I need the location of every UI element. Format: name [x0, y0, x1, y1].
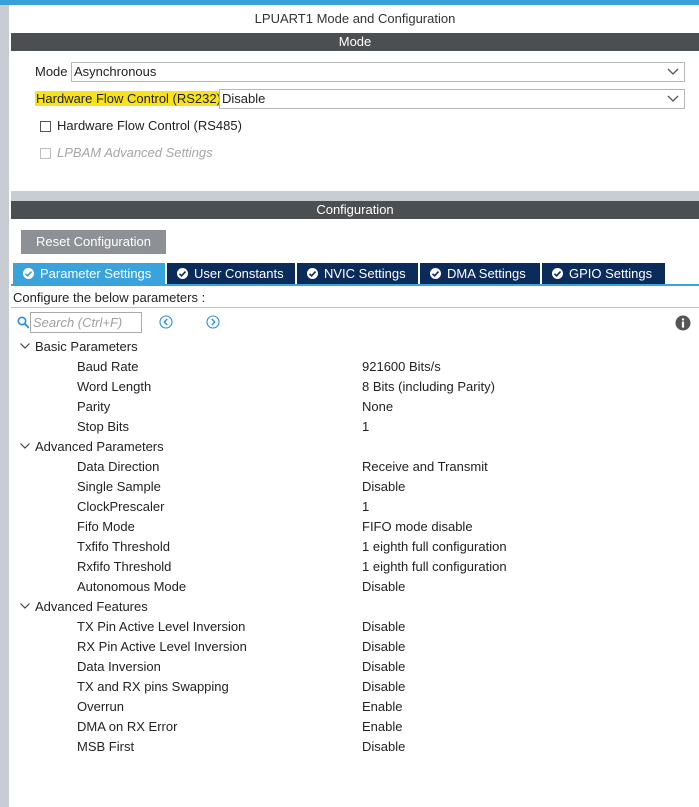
- configure-hint: Configure the below parameters :: [13, 290, 206, 305]
- param-value[interactable]: Receive and Transmit: [362, 457, 488, 477]
- top-accent-bar: [0, 0, 699, 5]
- tab-dma-settings[interactable]: DMA Settings: [420, 263, 540, 284]
- splitter-edge: [9, 5, 11, 807]
- tab-label: User Constants: [194, 266, 284, 281]
- reset-configuration-button[interactable]: Reset Configuration: [21, 230, 166, 254]
- param-name: Autonomous Mode: [77, 579, 187, 594]
- param-name: MSB First: [77, 739, 135, 754]
- configuration-section-header: Configuration: [11, 201, 699, 219]
- param-value[interactable]: 1 eighth full configuration: [362, 537, 507, 557]
- param-value[interactable]: Disable: [362, 637, 405, 657]
- param-value[interactable]: Disable: [362, 737, 405, 757]
- check-circle-icon: [177, 268, 188, 279]
- param-value[interactable]: Disable: [362, 677, 405, 697]
- group-advanced-parameters[interactable]: Advanced Parameters: [19, 437, 164, 457]
- mode-select[interactable]: Asynchronous: [71, 62, 685, 82]
- tab-label: GPIO Settings: [569, 266, 653, 281]
- param-name: TX and RX pins Swapping: [77, 679, 229, 694]
- group-label: Advanced Features: [35, 599, 148, 614]
- param-name: Data Inversion: [77, 659, 161, 674]
- tab-parameter-settings[interactable]: Parameter Settings: [13, 263, 165, 284]
- lpbam-label: LPBAM Advanced Settings: [57, 145, 213, 160]
- param-value[interactable]: Disable: [362, 477, 405, 497]
- param-name: TX Pin Active Level Inversion: [77, 619, 246, 634]
- param-value[interactable]: Disable: [362, 617, 405, 637]
- param-name: Overrun: [77, 699, 124, 714]
- param-value[interactable]: 1: [362, 497, 369, 517]
- section-divider: [11, 191, 699, 201]
- param-value[interactable]: 921600 Bits/s: [362, 357, 441, 377]
- tab-underline: [11, 284, 699, 286]
- check-circle-icon: [430, 268, 441, 279]
- rs485-checkbox[interactable]: [40, 121, 51, 132]
- mode-select-value: Asynchronous: [74, 64, 157, 79]
- param-value[interactable]: Enable: [362, 717, 402, 737]
- flow-control-select[interactable]: Disable: [219, 89, 685, 109]
- param-value[interactable]: 1 eighth full configuration: [362, 557, 507, 577]
- tab-gpio-settings[interactable]: GPIO Settings: [542, 263, 665, 284]
- group-basic-parameters[interactable]: Basic Parameters: [19, 337, 138, 357]
- group-label: Basic Parameters: [35, 339, 138, 354]
- group-advanced-features[interactable]: Advanced Features: [19, 597, 148, 617]
- tab-user-constants[interactable]: User Constants: [167, 263, 295, 284]
- param-value[interactable]: 8 Bits (including Parity): [362, 377, 495, 397]
- flow-control-label-text: Hardware Flow Control (RS232): [35, 91, 222, 106]
- chevron-down-icon: [20, 443, 30, 449]
- param-name: Rxfifo Threshold: [77, 559, 172, 574]
- param-name: RX Pin Active Level Inversion: [77, 639, 247, 654]
- param-name: Single Sample: [77, 479, 161, 494]
- param-name: Txfifo Threshold: [77, 539, 170, 554]
- search-input[interactable]: [30, 312, 142, 333]
- param-name: Data Direction: [77, 459, 160, 474]
- param-name: DMA on RX Error: [77, 719, 178, 734]
- tab-label: DMA Settings: [447, 266, 526, 281]
- param-value[interactable]: Disable: [362, 577, 405, 597]
- param-name: Baud Rate: [77, 359, 139, 374]
- chevron-down-icon: [667, 68, 679, 75]
- flow-control-label: Hardware Flow Control (RS232): [35, 90, 222, 108]
- tab-label: NVIC Settings: [324, 266, 406, 281]
- check-circle-icon: [23, 268, 34, 279]
- tab-label: Parameter Settings: [40, 266, 152, 281]
- param-name: Fifo Mode: [77, 519, 135, 534]
- param-value[interactable]: Disable: [362, 657, 405, 677]
- param-value[interactable]: FIFO mode disable: [362, 517, 473, 537]
- param-name: ClockPrescaler: [77, 499, 165, 514]
- left-splitter[interactable]: [0, 5, 9, 807]
- window-title: LPUART1 Mode and Configuration: [254, 11, 456, 26]
- param-name: Parity: [77, 399, 111, 414]
- chevron-right-circle-icon[interactable]: [206, 315, 220, 329]
- param-name: Word Length: [77, 379, 152, 394]
- chevron-down-icon: [20, 343, 30, 349]
- mode-section-header: Mode: [11, 33, 699, 51]
- chevron-down-icon: [20, 603, 30, 609]
- check-circle-icon: [307, 268, 318, 279]
- lpbam-checkbox: [40, 148, 51, 159]
- rs485-label[interactable]: Hardware Flow Control (RS485): [57, 118, 242, 134]
- param-name: Stop Bits: [77, 419, 130, 434]
- group-label: Advanced Parameters: [35, 439, 164, 454]
- hint-divider: [11, 307, 699, 308]
- flow-control-select-value: Disable: [222, 91, 266, 106]
- chevron-left-circle-icon[interactable]: [159, 315, 173, 329]
- mode-label: Mode: [35, 64, 68, 79]
- chevron-down-icon: [667, 95, 679, 102]
- param-value[interactable]: 1: [362, 417, 369, 437]
- param-value[interactable]: Enable: [362, 697, 402, 717]
- check-circle-icon: [552, 268, 563, 279]
- search-icon: [17, 316, 30, 329]
- info-icon[interactable]: [675, 315, 691, 331]
- param-value[interactable]: None: [362, 397, 393, 417]
- tab-nvic-settings[interactable]: NVIC Settings: [297, 263, 418, 284]
